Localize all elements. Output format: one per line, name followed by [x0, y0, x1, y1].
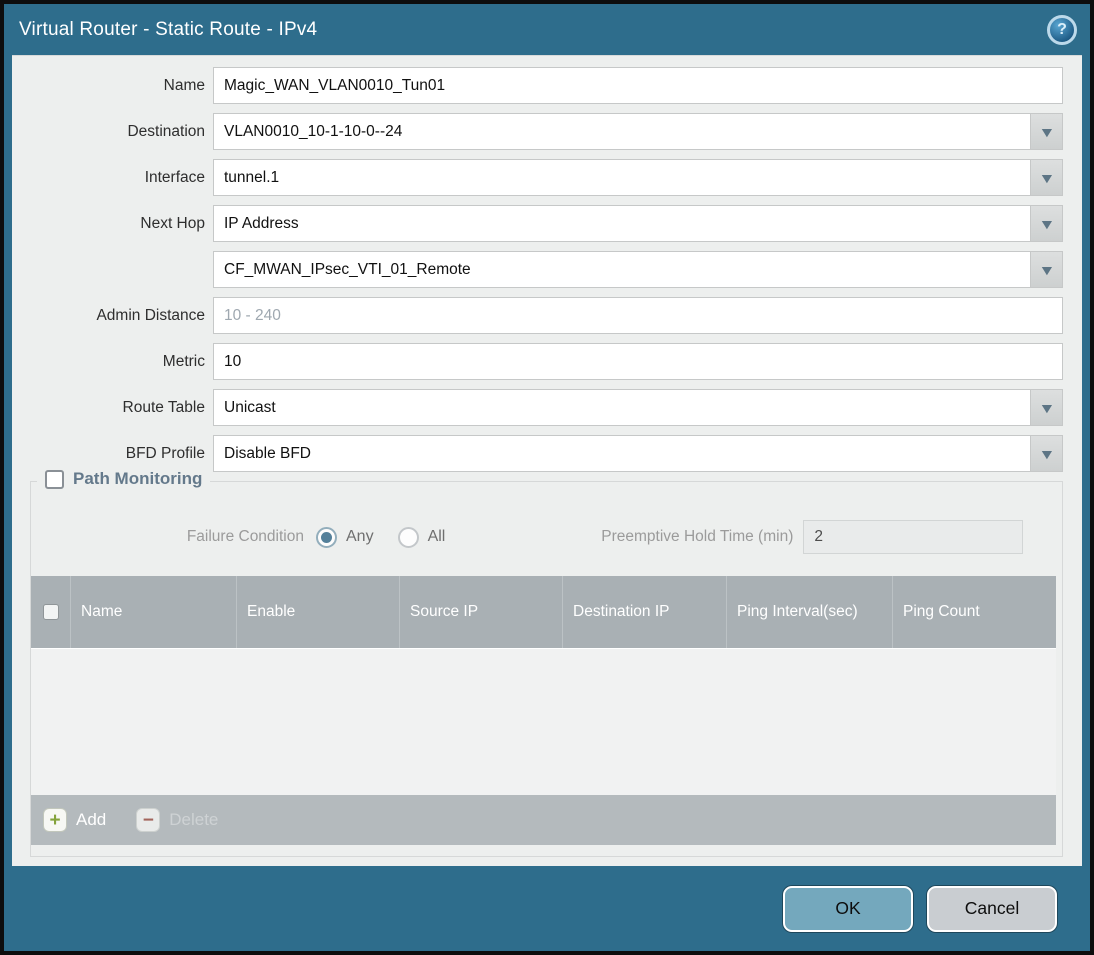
chevron-down-icon: ▼	[1037, 123, 1056, 140]
chevron-down-icon: ▼	[1037, 261, 1056, 278]
failure-condition-label: Failure Condition	[186, 528, 304, 545]
interface-dropdown-button[interactable]: ▼	[1030, 160, 1062, 195]
radio-selected-icon	[316, 526, 337, 548]
next-hop-combobox[interactable]: IP Address ▼	[213, 205, 1063, 242]
path-monitoring-table: Name Enable Source IP Destination IP Pin…	[31, 576, 1056, 845]
form-row-next-hop-address: CF_MWAN_IPsec_VTI_01_Remote ▼	[12, 251, 1082, 288]
next-hop-label: Next Hop	[140, 214, 205, 232]
chevron-down-icon: ▼	[1037, 445, 1056, 462]
form-row-metric: Metric	[12, 343, 1082, 380]
bfd-profile-value: Disable BFD	[224, 444, 311, 462]
route-table-combobox[interactable]: Unicast ▼	[213, 389, 1063, 426]
admin-distance-input[interactable]	[213, 297, 1063, 334]
plus-icon: +	[43, 808, 67, 832]
radio-all-label: All	[427, 528, 446, 545]
interface-label: Interface	[144, 168, 205, 186]
next-hop-address-dropdown-button[interactable]: ▼	[1030, 252, 1062, 287]
dialog-footer: OK Cancel	[4, 866, 1090, 951]
admin-distance-label: Admin Distance	[96, 306, 205, 324]
chevron-down-icon: ▼	[1037, 169, 1056, 186]
bfd-profile-combobox[interactable]: Disable BFD ▼	[213, 435, 1063, 472]
table-toolbar: + Add − Delete	[31, 795, 1056, 845]
route-table-value: Unicast	[224, 398, 276, 416]
path-monitoring-checkbox[interactable]	[45, 469, 64, 489]
dialog-title: Virtual Router - Static Route - IPv4	[19, 18, 318, 40]
column-header-name[interactable]: Name	[71, 576, 237, 648]
table-header-row: Name Enable Source IP Destination IP Pin…	[31, 576, 1056, 648]
chevron-down-icon: ▼	[1037, 215, 1056, 232]
select-all-checkbox[interactable]	[42, 604, 59, 620]
metric-label: Metric	[162, 352, 205, 370]
minus-icon: −	[136, 808, 161, 832]
add-button-label: Add	[76, 810, 107, 829]
interface-value: tunnel.1	[224, 168, 280, 186]
column-header-source-ip[interactable]: Source IP	[400, 576, 563, 648]
next-hop-address-value: CF_MWAN_IPsec_VTI_01_Remote	[224, 260, 471, 278]
form-row-next-hop: Next Hop IP Address ▼	[12, 205, 1082, 242]
next-hop-address-combobox[interactable]: CF_MWAN_IPsec_VTI_01_Remote ▼	[213, 251, 1063, 288]
radio-any-label: Any	[346, 528, 374, 545]
failure-condition-radio-all[interactable]: All	[397, 526, 446, 548]
form-row-bfd-profile: BFD Profile Disable BFD ▼	[12, 435, 1082, 472]
next-hop-dropdown-button[interactable]: ▼	[1030, 206, 1062, 241]
form-row-admin-distance: Admin Distance	[12, 297, 1082, 334]
destination-combobox[interactable]: VLAN0010_10-1-10-0--24 ▼	[213, 113, 1063, 150]
bfd-profile-label: BFD Profile	[125, 444, 205, 462]
dialog-content: Name Destination VLAN0010_10-1-10-0--24 …	[12, 55, 1082, 866]
metric-input[interactable]	[213, 343, 1063, 380]
dialog-titlebar: Virtual Router - Static Route - IPv4 ?	[4, 4, 1090, 55]
column-header-enable[interactable]: Enable	[237, 576, 400, 648]
interface-combobox[interactable]: tunnel.1 ▼	[213, 159, 1063, 196]
column-header-destination-ip[interactable]: Destination IP	[563, 576, 727, 648]
radio-unselected-icon	[397, 526, 419, 548]
add-button[interactable]: + Add	[43, 808, 106, 832]
chevron-down-icon: ▼	[1037, 399, 1056, 416]
route-table-dropdown-button[interactable]: ▼	[1030, 390, 1062, 425]
destination-label: Destination	[127, 122, 205, 140]
name-input[interactable]	[213, 67, 1063, 104]
preemptive-hold-time-label: Preemptive Hold Time (min)	[601, 528, 794, 545]
next-hop-value: IP Address	[224, 214, 299, 232]
table-body-empty	[31, 648, 1056, 795]
path-monitoring-legend: Path Monitoring	[37, 469, 211, 489]
form-row-route-table: Route Table Unicast ▼	[12, 389, 1082, 426]
name-label: Name	[163, 76, 205, 94]
path-monitoring-title: Path Monitoring	[73, 469, 203, 488]
failure-condition-row: Failure Condition Any All Preemptive Hol…	[31, 520, 1062, 554]
cancel-button[interactable]: Cancel	[927, 885, 1057, 932]
delete-button[interactable]: − Delete	[136, 808, 218, 832]
virtual-router-static-route-dialog: Virtual Router - Static Route - IPv4 ? N…	[0, 0, 1094, 955]
ok-button[interactable]: OK	[783, 885, 913, 932]
form-row-name: Name	[12, 67, 1082, 104]
route-table-label: Route Table	[122, 398, 205, 416]
destination-value: VLAN0010_10-1-10-0--24	[224, 122, 403, 140]
form-row-destination: Destination VLAN0010_10-1-10-0--24 ▼	[12, 113, 1082, 150]
path-monitoring-section: Path Monitoring Failure Condition Any Al…	[30, 469, 1063, 857]
help-icon[interactable]: ?	[1047, 14, 1077, 45]
bfd-profile-dropdown-button[interactable]: ▼	[1030, 436, 1062, 471]
preemptive-hold-time-input[interactable]	[803, 520, 1024, 554]
failure-condition-radio-any[interactable]: Any	[316, 526, 374, 548]
column-header-ping-interval[interactable]: Ping Interval(sec)	[727, 576, 893, 648]
form-row-interface: Interface tunnel.1 ▼	[12, 159, 1082, 196]
delete-button-label: Delete	[169, 810, 219, 829]
column-header-ping-count[interactable]: Ping Count	[893, 576, 1056, 648]
destination-dropdown-button[interactable]: ▼	[1030, 114, 1062, 149]
